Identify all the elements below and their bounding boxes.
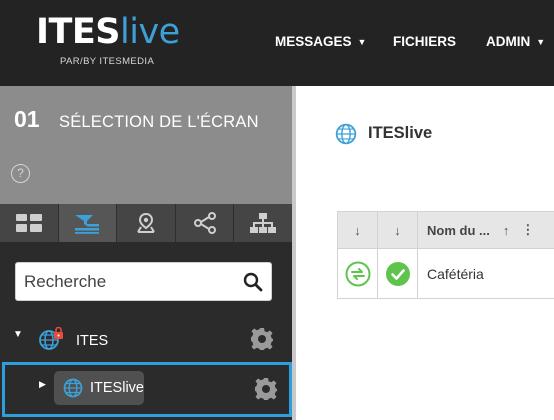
gear-icon[interactable] bbox=[254, 377, 278, 401]
tree-item-label: ITES bbox=[76, 333, 109, 349]
tab-grid[interactable] bbox=[0, 204, 59, 242]
table-row[interactable]: Cafétéria bbox=[338, 249, 554, 298]
tab-location[interactable] bbox=[117, 204, 176, 242]
column-header-online[interactable]: ↓ bbox=[378, 212, 418, 248]
sync-icon bbox=[345, 261, 370, 286]
column-header-name[interactable]: Nom du ... ↑ ⋮ bbox=[418, 212, 554, 248]
globe-lock-icon bbox=[39, 327, 63, 350]
hierarchy-icon bbox=[250, 213, 277, 233]
grid-icon bbox=[15, 214, 42, 232]
search-box bbox=[15, 262, 272, 301]
step-title: SÉLECTION DE L'ÉCRAN bbox=[59, 113, 259, 131]
caret-down-icon: ▼ bbox=[357, 37, 367, 47]
help-icon[interactable]: ? bbox=[11, 164, 30, 183]
nav-fichiers[interactable]: FICHIERS bbox=[393, 34, 456, 49]
share-icon bbox=[193, 212, 216, 234]
map-pin-icon bbox=[137, 212, 155, 233]
online-status-cell bbox=[378, 249, 418, 298]
nav-messages[interactable]: MESSAGES ▼ bbox=[275, 34, 366, 49]
logo-text-main: ITES bbox=[36, 12, 121, 52]
app-logo[interactable]: ITESlive PAR/BY ITESMEDIA bbox=[36, 12, 180, 67]
check-icon bbox=[385, 261, 410, 286]
search-button[interactable] bbox=[243, 272, 263, 297]
tab-share[interactable] bbox=[176, 204, 235, 242]
tab-list-filter[interactable] bbox=[58, 204, 118, 242]
tree-item-chip[interactable]: ITESlive bbox=[54, 371, 144, 405]
logo-subtitle: PAR/BY ITESMEDIA bbox=[60, 56, 155, 67]
tree-item-ites[interactable]: ▼ ITES bbox=[0, 319, 292, 359]
name-cell: Cafétéria bbox=[427, 265, 484, 282]
nav-admin[interactable]: ADMIN ▼ bbox=[486, 34, 545, 49]
search-input[interactable] bbox=[24, 271, 234, 293]
page-title: ITESlive bbox=[368, 124, 433, 142]
screens-table: ↓ ↓ Nom du ... ↑ ⋮ Cafétéria bbox=[337, 211, 554, 299]
tree-item-label: ITESlive bbox=[90, 380, 144, 396]
globe-icon bbox=[63, 378, 83, 398]
column-header-status[interactable]: ↓ bbox=[338, 212, 378, 248]
table-header: ↓ ↓ Nom du ... ↑ ⋮ bbox=[338, 212, 554, 249]
view-tabs bbox=[0, 204, 292, 242]
sync-status-cell bbox=[338, 249, 378, 298]
sidebar: 01 SÉLECTION DE L'ÉCRAN ? Recherche ▼ IT… bbox=[0, 86, 294, 420]
collapse-arrow-icon[interactable]: ▶ bbox=[39, 379, 46, 390]
column-menu-icon[interactable]: ⋮ bbox=[521, 222, 534, 238]
logo-text-accent: live bbox=[120, 12, 180, 52]
step-number: 01 bbox=[14, 106, 40, 132]
tab-hierarchy[interactable] bbox=[234, 204, 292, 242]
tree-item-iteslive[interactable]: ▶ ITESlive bbox=[2, 362, 292, 417]
caret-down-icon: ▼ bbox=[536, 37, 546, 47]
search-icon bbox=[243, 272, 263, 292]
expand-arrow-icon[interactable]: ▼ bbox=[13, 329, 23, 340]
sort-arrow-icon[interactable]: ↑ bbox=[503, 223, 510, 238]
step-header: 01 SÉLECTION DE L'ÉCRAN ? bbox=[0, 86, 292, 204]
top-header: ITESlive PAR/BY ITESMEDIA MESSAGES ▼ FICH… bbox=[0, 0, 554, 86]
list-filter-icon bbox=[75, 215, 100, 234]
gear-icon[interactable] bbox=[250, 327, 274, 351]
globe-icon bbox=[335, 123, 357, 145]
